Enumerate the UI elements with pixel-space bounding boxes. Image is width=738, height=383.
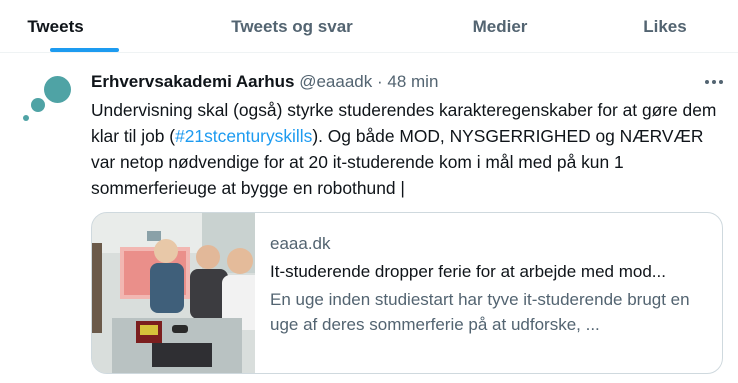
- tweet-header: Erhvervsakademi Aarhus @eaaadk · 48 min: [91, 71, 438, 93]
- tab-tweets-og-svar-label: Tweets og svar: [231, 16, 353, 36]
- tweet-text: Undervisning skal (også) styrke studeren…: [91, 97, 731, 201]
- card-thumbnail: [92, 213, 255, 373]
- more-dot: [712, 80, 716, 84]
- more-horizontal-icon[interactable]: [702, 70, 726, 94]
- hashtag-link[interactable]: #21stcenturyskills: [175, 126, 312, 146]
- tab-medier-label: Medier: [472, 16, 528, 36]
- tab-likes[interactable]: Likes: [610, 0, 720, 53]
- author-handle[interactable]: @eaaadk: [299, 72, 372, 91]
- more-dot: [705, 80, 709, 84]
- author-name[interactable]: Erhvervsakademi Aarhus: [91, 72, 294, 91]
- avatar[interactable]: [18, 74, 74, 130]
- tweet[interactable]: Erhvervsakademi Aarhus @eaaadk · 48 min …: [0, 54, 738, 383]
- avatar-dot-medium: [31, 98, 45, 112]
- link-card[interactable]: eaaa.dk It-studerende dropper ferie for …: [91, 212, 723, 374]
- tab-tweets[interactable]: Tweets: [0, 0, 111, 53]
- card-text: eaaa.dk It-studerende dropper ferie for …: [270, 233, 710, 337]
- tab-likes-label: Likes: [643, 16, 687, 36]
- tweet-timestamp[interactable]: 48 min: [387, 72, 438, 91]
- tab-tweets-label: Tweets: [27, 16, 84, 36]
- card-description: En uge inden studiestart har tyve it-stu…: [270, 290, 690, 334]
- tab-medier[interactable]: Medier: [430, 0, 570, 53]
- meta-separator: ·: [376, 72, 383, 91]
- card-domain: eaaa.dk: [270, 234, 331, 253]
- more-dot: [719, 80, 723, 84]
- active-tab-indicator: [50, 48, 119, 52]
- tab-tweets-og-svar[interactable]: Tweets og svar: [193, 0, 391, 53]
- card-title: It-studerende dropper ferie for at arbej…: [270, 262, 666, 281]
- avatar-dot-small: [23, 115, 29, 121]
- profile-tabs: Tweets Tweets og svar Medier Likes: [0, 0, 738, 53]
- avatar-dot-large: [44, 76, 71, 103]
